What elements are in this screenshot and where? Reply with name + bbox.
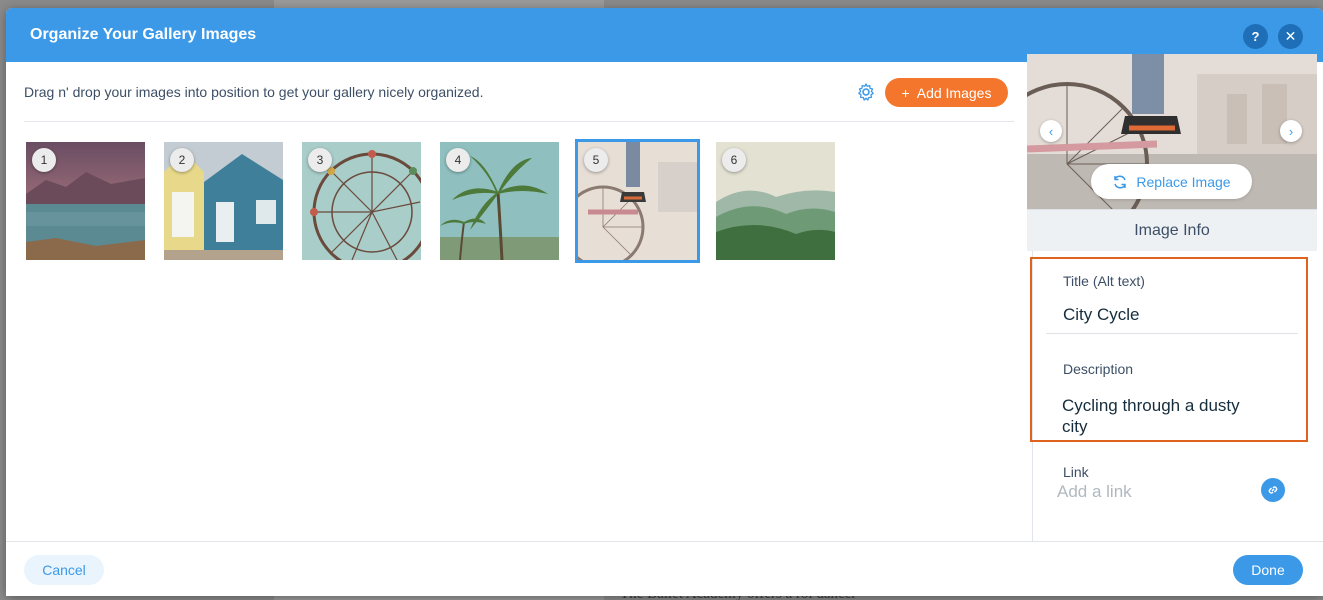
close-button[interactable]: ✕: [1278, 24, 1303, 49]
description-field-label: Description: [1063, 361, 1134, 377]
toolbar-divider: [24, 121, 1014, 122]
thumbnail-number: 6: [722, 148, 746, 172]
cancel-button[interactable]: Cancel: [24, 555, 104, 585]
thumbnail-number: 3: [308, 148, 332, 172]
gallery-thumbnail-5[interactable]: 5: [575, 139, 700, 263]
gallery-thumbnail-4[interactable]: 4: [440, 142, 559, 260]
dialog-footer: Cancel Done: [6, 541, 1323, 596]
image-info-header: Image Info: [1027, 209, 1317, 251]
done-button[interactable]: Done: [1233, 555, 1303, 585]
thumbnail-number: 4: [446, 148, 470, 172]
next-image-button[interactable]: ›: [1280, 120, 1302, 142]
gear-icon[interactable]: [856, 82, 876, 102]
chevron-right-icon: ›: [1288, 123, 1294, 139]
instructions-text: Drag n' drop your images into position t…: [24, 84, 484, 100]
image-preview: ‹ › Replace Image: [1027, 54, 1317, 209]
thumbnail-number: 1: [32, 148, 56, 172]
link-field[interactable]: Add a link: [1057, 482, 1132, 502]
thumbnail-number: 2: [170, 148, 194, 172]
gallery-thumbnail-1[interactable]: 1: [26, 142, 145, 260]
description-field[interactable]: Cycling through a dusty city: [1062, 395, 1262, 437]
replace-image-button[interactable]: Replace Image: [1091, 164, 1252, 199]
title-field-label: Title (Alt text): [1063, 273, 1145, 289]
gallery-thumbnail-2[interactable]: 2: [164, 142, 283, 260]
help-button[interactable]: ?: [1243, 24, 1268, 49]
field-divider: [1046, 333, 1298, 334]
add-images-button[interactable]: + Add Images: [885, 78, 1008, 107]
dialog-title: Organize Your Gallery Images: [30, 26, 257, 43]
gallery-thumbnail-3[interactable]: 3: [302, 142, 421, 260]
link-field-label: Link: [1063, 464, 1089, 480]
title-field[interactable]: City Cycle: [1063, 304, 1283, 325]
refresh-icon: [1114, 174, 1127, 189]
plus-icon: +: [901, 84, 910, 101]
add-images-label: Add Images: [916, 84, 992, 101]
replace-image-label: Replace Image: [1136, 173, 1231, 190]
previous-image-button[interactable]: ‹: [1040, 120, 1062, 142]
gallery-thumbnail-6[interactable]: 6: [716, 142, 835, 260]
link-icon[interactable]: [1261, 478, 1285, 502]
thumbnail-number: 5: [584, 148, 608, 172]
chevron-left-icon: ‹: [1048, 123, 1054, 139]
chain-link-icon: [1268, 486, 1278, 494]
